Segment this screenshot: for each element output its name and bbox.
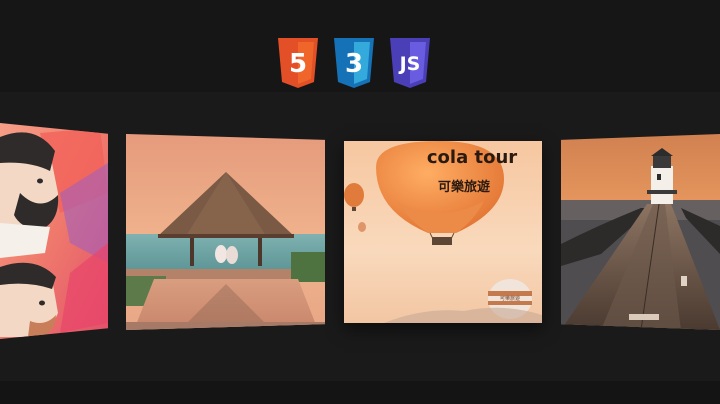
balloon-cjk-text: 可樂旅遊 (438, 179, 490, 195)
tech-logos: 5 3 JS (276, 38, 440, 90)
balloon-small-text: 可樂旅遊 (500, 295, 520, 302)
lighthouse-image (561, 134, 720, 330)
bottom-band (0, 381, 720, 404)
css3-icon: 3 (332, 38, 376, 88)
html5-glyph: 5 (289, 49, 307, 79)
hut-image (126, 134, 325, 330)
carousel-card-illustration[interactable] (0, 123, 108, 339)
balloons-image: cola tour 可樂旅遊 可樂旅遊 (344, 141, 542, 323)
carousel-card-balloons[interactable]: cola tour 可樂旅遊 可樂旅遊 (344, 141, 542, 323)
javascript-icon: JS (388, 38, 432, 88)
html5-icon: 5 (276, 38, 320, 88)
carousel-card-lighthouse[interactable] (561, 134, 720, 330)
javascript-glyph: JS (398, 53, 421, 75)
balloon-brand-text: cola tour (427, 147, 517, 168)
illustration-image (0, 123, 108, 339)
css3-glyph: 3 (345, 49, 363, 79)
carousel-card-hut[interactable] (126, 134, 325, 330)
